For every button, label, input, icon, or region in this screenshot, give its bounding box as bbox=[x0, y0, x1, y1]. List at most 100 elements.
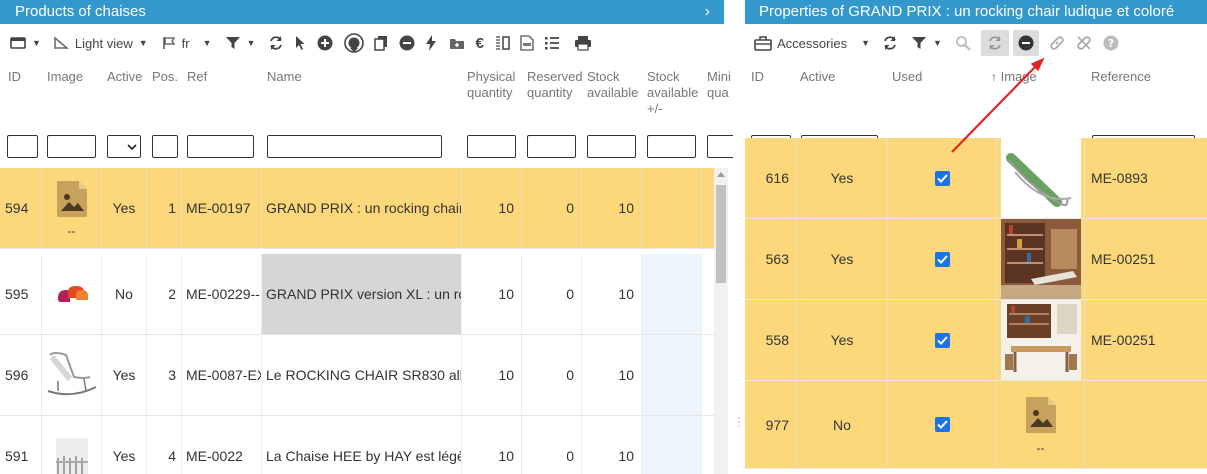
properties-filter-button[interactable]: ▼ bbox=[911, 30, 942, 56]
cell-used[interactable] bbox=[888, 300, 997, 380]
filter-minimum-quantity-input[interactable] bbox=[707, 135, 733, 158]
cell-reference[interactable]: ME-00251 bbox=[1085, 300, 1207, 380]
cell-ref[interactable]: ME-0022 bbox=[182, 416, 262, 474]
add-product-button[interactable] bbox=[317, 30, 333, 56]
cell-image[interactable]: -- bbox=[42, 168, 102, 248]
used-checkbox[interactable] bbox=[934, 251, 950, 267]
table-row[interactable]: 591 Yes 4 ME-0022 La Chaise HEE by HAY e… bbox=[0, 416, 714, 474]
cell-used[interactable] bbox=[888, 219, 997, 299]
cell-position[interactable]: 4 bbox=[147, 416, 182, 474]
col-header-image[interactable]: Image bbox=[47, 69, 83, 85]
cell-stock-delta[interactable] bbox=[642, 416, 702, 474]
cell-stock-delta[interactable] bbox=[642, 254, 702, 334]
cell-reference[interactable] bbox=[1085, 381, 1207, 468]
cell-active[interactable]: Yes bbox=[102, 168, 147, 248]
cell-active[interactable]: Yes bbox=[797, 300, 888, 380]
col-header-used[interactable]: Used bbox=[892, 69, 922, 85]
cell-image[interactable] bbox=[42, 254, 102, 334]
table-row[interactable]: 596 Yes 3 ME-0087-EX Le ROCKING CHAIR SR… bbox=[0, 335, 714, 416]
cell-active[interactable]: No bbox=[797, 381, 888, 468]
cell-reference[interactable]: ME-0893 bbox=[1085, 138, 1207, 218]
quick-action-button[interactable] bbox=[426, 30, 437, 56]
cell-minimum-quantity[interactable] bbox=[702, 335, 714, 415]
accessories-selector[interactable]: Accessories ▼ bbox=[754, 30, 870, 56]
unlink-button[interactable] bbox=[1076, 30, 1092, 56]
cell-ref[interactable]: ME-0087-EX bbox=[182, 335, 262, 415]
col-header-physical-quantity[interactable]: Physical quantity bbox=[467, 69, 515, 101]
col-header-stock-available-delta[interactable]: Stock available +/- bbox=[647, 69, 698, 117]
cell-minimum-quantity[interactable] bbox=[702, 416, 714, 474]
cell-stock-delta[interactable] bbox=[642, 335, 702, 415]
cell-name[interactable]: GRAND PRIX version XL : un rocking bbox=[262, 254, 462, 334]
col-header-reserved-quantity[interactable]: Reserved quantity bbox=[527, 69, 583, 101]
light-view-button[interactable]: Light view ▼ bbox=[53, 30, 148, 56]
ordered-list-button[interactable] bbox=[544, 30, 560, 56]
cell-active[interactable]: Yes bbox=[102, 335, 147, 415]
filter-physical-quantity-input[interactable] bbox=[467, 135, 516, 158]
col-header-id[interactable]: ID bbox=[751, 69, 764, 85]
remove-accessory-button[interactable] bbox=[1012, 30, 1039, 56]
cell-image[interactable] bbox=[997, 300, 1085, 380]
filter-stock-available-input[interactable] bbox=[587, 135, 636, 158]
col-header-active[interactable]: Active bbox=[800, 69, 835, 85]
col-header-image[interactable]: ↑ Image bbox=[991, 69, 1037, 85]
cell-position[interactable]: 2 bbox=[147, 254, 182, 334]
filter-reserved-quantity-input[interactable] bbox=[527, 135, 576, 158]
cell-position[interactable]: 1 bbox=[147, 168, 182, 248]
table-row[interactable]: 595 No 2 ME-00229-- GRAND PRIX version X… bbox=[0, 254, 714, 335]
table-row-selected[interactable]: 594 -- Yes 1 ME-00197 GRAND PRIX : un ro… bbox=[0, 168, 714, 249]
filter-ref-input[interactable] bbox=[187, 135, 254, 158]
filter-id-input[interactable] bbox=[7, 135, 38, 158]
print-button[interactable] bbox=[574, 30, 592, 56]
add-to-category-button[interactable] bbox=[449, 30, 465, 56]
cell-name[interactable]: Le ROCKING CHAIR SR830 all bbox=[262, 335, 462, 415]
cell-ref[interactable]: ME-00229-- bbox=[182, 254, 262, 334]
cell-reference[interactable]: ME-00251 bbox=[1085, 219, 1207, 299]
filter-image-input[interactable] bbox=[47, 135, 96, 158]
cell-image[interactable] bbox=[42, 335, 102, 415]
cell-image[interactable] bbox=[997, 219, 1085, 299]
cell-active[interactable]: Yes bbox=[797, 138, 888, 218]
table-row[interactable]: 977 No -- bbox=[745, 381, 1207, 469]
cell-active[interactable]: Yes bbox=[797, 219, 888, 299]
col-header-id[interactable]: ID bbox=[8, 69, 21, 85]
cell-position[interactable]: 3 bbox=[147, 335, 182, 415]
filter-stock-delta-input[interactable] bbox=[647, 135, 696, 158]
filter-name-input[interactable] bbox=[267, 135, 442, 158]
cell-name[interactable]: La Chaise HEE by HAY est légè bbox=[262, 416, 462, 474]
products-vertical-scrollbar[interactable] bbox=[714, 168, 728, 474]
language-selector[interactable]: fr ▼ bbox=[162, 30, 212, 56]
cell-physical-quantity[interactable]: 10 bbox=[462, 168, 522, 248]
filter-active-select[interactable] bbox=[107, 135, 141, 158]
search-button[interactable] bbox=[955, 30, 971, 56]
scrollbar-thumb[interactable] bbox=[716, 185, 726, 283]
table-row[interactable]: 558 Yes ME-00251 bbox=[745, 300, 1207, 381]
cell-image[interactable] bbox=[42, 416, 102, 474]
col-header-minimum-quantity[interactable]: Mini qua bbox=[707, 69, 731, 101]
col-header-ref[interactable]: Ref bbox=[187, 69, 207, 85]
cell-physical-quantity[interactable]: 10 bbox=[462, 335, 522, 415]
refresh-button[interactable] bbox=[268, 30, 284, 56]
used-checkbox[interactable] bbox=[934, 332, 950, 348]
table-row[interactable]: 616 Yes ME-0893 bbox=[745, 138, 1207, 219]
filter-button[interactable]: ▼ bbox=[225, 30, 255, 56]
cell-ref[interactable]: ME-00197 bbox=[182, 168, 262, 248]
cell-active[interactable]: Yes bbox=[102, 416, 147, 474]
col-header-position[interactable]: Pos. bbox=[152, 69, 178, 85]
sync-button[interactable] bbox=[980, 30, 1009, 56]
panel-splitter-handle[interactable]: · · · bbox=[733, 0, 745, 474]
cell-image[interactable] bbox=[997, 138, 1085, 218]
collapse-panel-chevron-icon[interactable]: › bbox=[705, 0, 710, 24]
help-button[interactable]: ? bbox=[1103, 30, 1119, 56]
cell-used[interactable] bbox=[888, 138, 997, 218]
cell-used[interactable] bbox=[888, 381, 997, 468]
csv-import-button[interactable] bbox=[520, 30, 534, 56]
col-header-stock-available[interactable]: Stock available bbox=[587, 69, 638, 101]
cell-image[interactable]: -- bbox=[997, 381, 1085, 468]
used-checkbox[interactable] bbox=[934, 417, 950, 432]
cell-minimum-quantity[interactable] bbox=[702, 254, 714, 334]
layout-menu-button[interactable]: ▼ bbox=[10, 30, 41, 56]
used-checkbox[interactable] bbox=[934, 170, 950, 186]
properties-refresh-button[interactable] bbox=[882, 30, 898, 56]
cell-active[interactable]: No bbox=[102, 254, 147, 334]
